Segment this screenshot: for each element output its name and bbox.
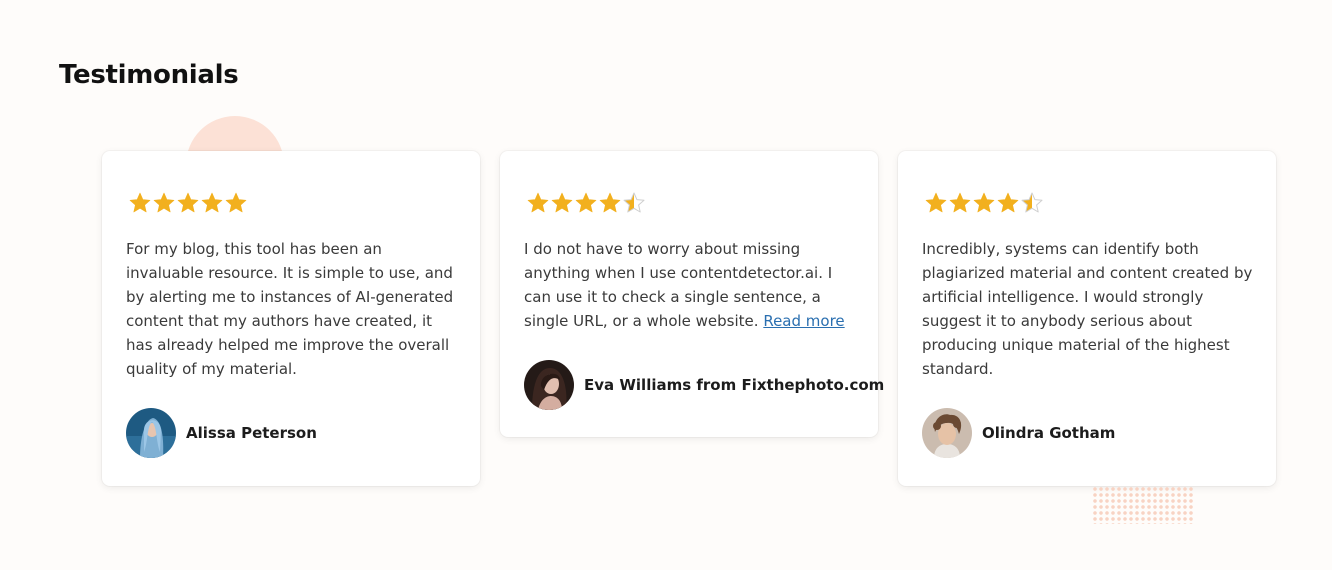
read-more-link[interactable]: Read more bbox=[763, 312, 844, 330]
star-half-icon bbox=[1021, 192, 1043, 213]
section-title: Testimonials bbox=[59, 60, 239, 90]
star-full-icon bbox=[997, 192, 1019, 213]
testimonial-text: Incredibly, systems can identify both pl… bbox=[922, 240, 1253, 378]
testimonial-text: For my blog, this tool has been an inval… bbox=[126, 240, 454, 378]
star-full-icon bbox=[973, 192, 995, 213]
author-name: Eva Williams from Fixthephoto.com bbox=[584, 376, 885, 394]
author-name: Olindra Gotham bbox=[982, 424, 1116, 442]
avatar bbox=[524, 360, 574, 410]
star-full-icon bbox=[225, 192, 247, 213]
star-full-icon bbox=[153, 192, 175, 213]
star-full-icon bbox=[599, 192, 621, 213]
star-full-icon bbox=[575, 192, 597, 213]
star-full-icon bbox=[527, 192, 549, 213]
star-rating bbox=[526, 191, 646, 215]
testimonial-card: Incredibly, systems can identify both pl… bbox=[898, 151, 1276, 486]
star-full-icon bbox=[949, 192, 971, 213]
testimonial-card: For my blog, this tool has been an inval… bbox=[102, 151, 480, 486]
star-full-icon bbox=[925, 192, 947, 213]
star-full-icon bbox=[177, 192, 199, 213]
star-full-icon bbox=[129, 192, 151, 213]
author-name: Alissa Peterson bbox=[186, 424, 317, 442]
star-full-icon bbox=[201, 192, 223, 213]
star-rating bbox=[128, 191, 248, 215]
testimonial-author: Eva Williams from Fixthephoto.com bbox=[524, 360, 884, 410]
star-half-icon bbox=[623, 192, 645, 213]
testimonial-author: Olindra Gotham bbox=[922, 408, 1115, 458]
testimonial-text: I do not have to worry about missing any… bbox=[524, 240, 845, 330]
star-full-icon bbox=[551, 192, 573, 213]
avatar bbox=[922, 408, 972, 458]
avatar bbox=[126, 408, 176, 458]
decorative-dot-pattern bbox=[1092, 486, 1194, 524]
testimonial-card: I do not have to worry about missing any… bbox=[500, 151, 884, 437]
star-rating bbox=[924, 191, 1044, 215]
testimonial-author: Alissa Peterson bbox=[126, 408, 317, 458]
